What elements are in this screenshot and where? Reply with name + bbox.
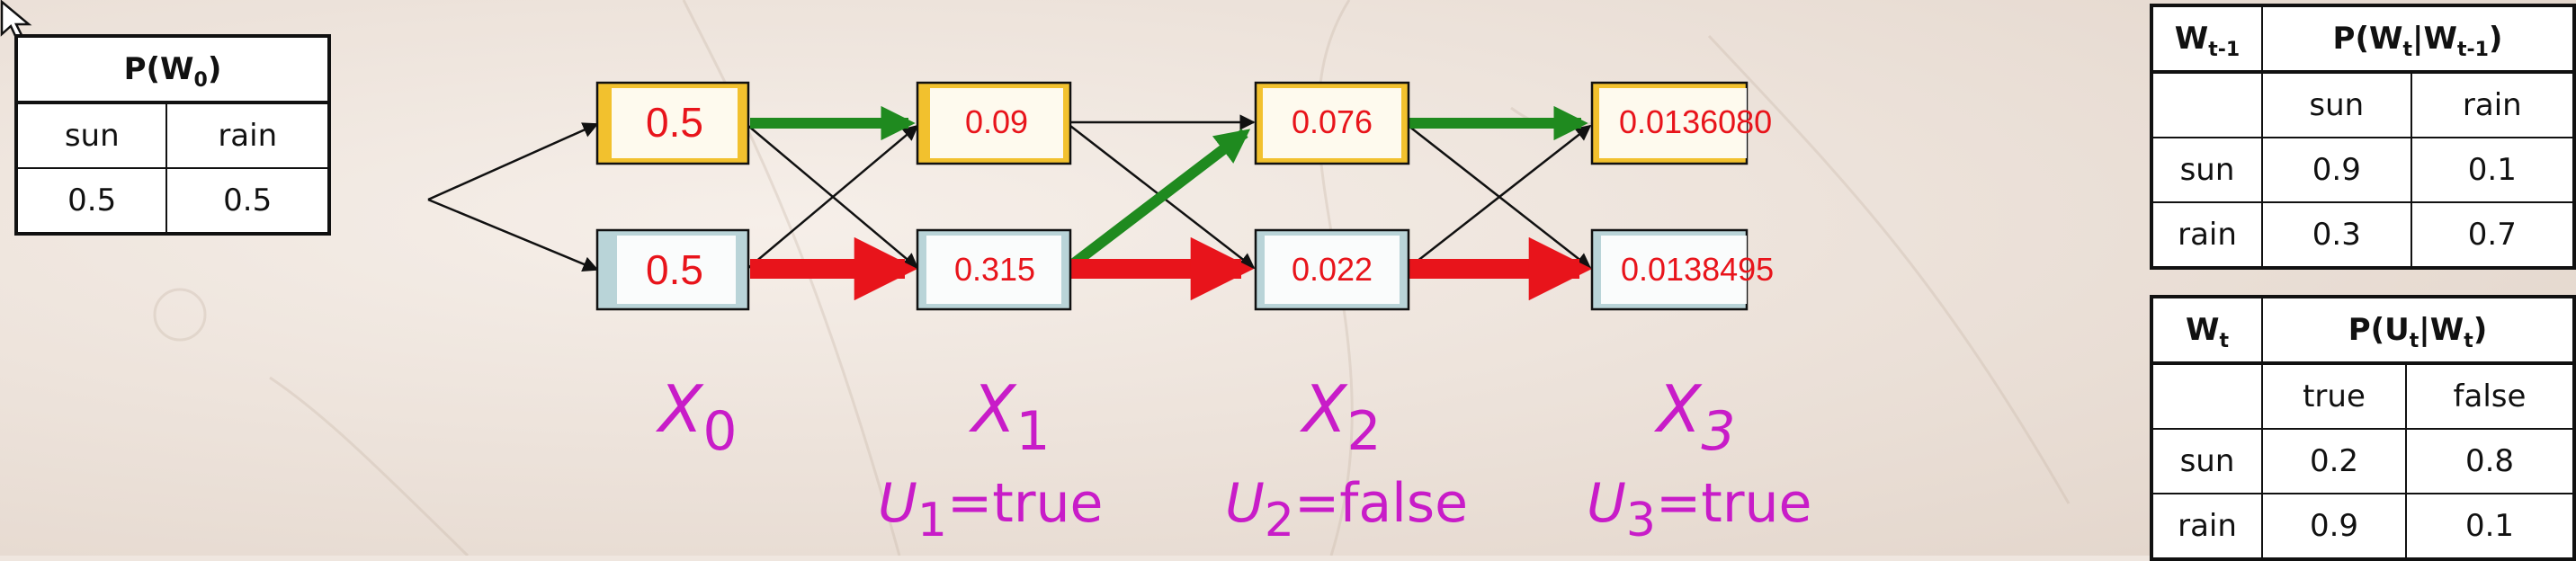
prior-value-sun: 0.5 — [14, 167, 168, 235]
node-rain-3-value: 0.0138495 — [1621, 251, 1774, 288]
node-rain-3: 0.0138495 — [1590, 228, 1774, 311]
prior-value-rain: 0.5 — [165, 167, 330, 235]
step-0-var: X — [655, 371, 704, 447]
emission-col-true: true — [2261, 362, 2407, 430]
emission-sun-true: 0.2 — [2261, 428, 2407, 494]
prior-table: P(W0) sun rain 0.5 0.5 — [14, 34, 331, 236]
table-row: rain 0.9 0.1 — [2151, 493, 2576, 560]
node-sun-0-value: 0.5 — [646, 99, 703, 146]
emission-sun-false: 0.8 — [2404, 428, 2576, 494]
transition-header-state: Wt-1 — [2151, 4, 2263, 74]
step-1-var: X — [968, 371, 1017, 447]
evidence-2-sub: 2 — [1265, 494, 1294, 548]
step-2-var: X — [1299, 371, 1348, 447]
evidence-3-value: =true — [1656, 472, 1811, 535]
evidence-1-sub: 1 — [917, 494, 947, 548]
transition-col-sun: sun — [2261, 71, 2412, 138]
node-rain-1: 0.315 — [916, 228, 1072, 311]
node-sun-2: 0.076 — [1254, 81, 1410, 165]
transition-table: Wt-1 P(Wt|Wt-1) sun rain sun 0.9 0.1 rai… — [2150, 4, 2576, 270]
emission-rain-false: 0.1 — [2404, 493, 2576, 560]
emission-header-state: Wt — [2151, 296, 2263, 365]
emission-table: Wt P(Ut|Wt) true false sun 0.2 0.8 rain … — [2150, 295, 2576, 561]
evidence-2-value: =false — [1294, 472, 1468, 535]
transition-sun-sun: 0.9 — [2261, 137, 2412, 203]
emission-empty-cell — [2151, 362, 2263, 430]
table-row: sun 0.9 0.1 — [2151, 137, 2576, 203]
evidence-3-var: U — [1587, 472, 1626, 535]
step-2-sub: 2 — [1346, 400, 1381, 463]
node-sun-1: 0.09 — [916, 81, 1072, 165]
node-rain-0-value: 0.5 — [646, 246, 703, 293]
transition-header-prob: P(Wt|Wt-1) — [2261, 4, 2575, 74]
transition-col-rain: rain — [2410, 71, 2576, 138]
prior-table-title: P(W0) — [15, 35, 330, 104]
evidence-2-var: U — [1225, 472, 1265, 535]
prior-col-rain: rain — [165, 102, 330, 169]
node-sun-0: 0.5 — [595, 81, 750, 165]
transition-row-label-sun: sun — [2151, 137, 2263, 203]
step-0-sub: 0 — [702, 400, 737, 463]
transition-row-label-rain: rain — [2151, 201, 2263, 269]
node-sun-1-value: 0.09 — [965, 103, 1028, 140]
transition-rain-sun: 0.3 — [2261, 201, 2412, 269]
emission-row-label-rain: rain — [2151, 493, 2263, 560]
transition-sun-rain: 0.1 — [2410, 137, 2576, 203]
node-rain-0: 0.5 — [595, 228, 750, 311]
step-1-sub: 1 — [1015, 400, 1050, 463]
node-sun-2-value: 0.076 — [1292, 103, 1373, 140]
transition-rain-rain: 0.7 — [2410, 201, 2576, 269]
table-row: sun 0.2 0.8 — [2151, 428, 2576, 494]
emission-rain-true: 0.9 — [2261, 493, 2407, 560]
prior-col-sun: sun — [14, 102, 168, 169]
node-sun-3-value: 0.0136080 — [1619, 103, 1772, 140]
transition-empty-cell — [2151, 71, 2263, 138]
node-sun-3: 0.0136080 — [1590, 81, 1772, 165]
node-rain-1-value: 0.315 — [954, 251, 1035, 288]
node-rain-2: 0.022 — [1254, 228, 1410, 311]
emission-col-false: false — [2404, 362, 2576, 430]
table-row: rain 0.3 0.7 — [2151, 201, 2576, 269]
evidence-1-value: =true — [947, 472, 1103, 535]
emission-header-prob: P(Ut|Wt) — [2261, 296, 2575, 365]
node-rain-2-value: 0.022 — [1292, 251, 1373, 288]
evidence-1-var: U — [878, 472, 917, 535]
emission-row-label-sun: sun — [2151, 428, 2263, 494]
step-3-var: X — [1653, 371, 1703, 447]
evidence-3-sub: 3 — [1626, 494, 1656, 548]
step-3-sub: 3 — [1701, 400, 1735, 463]
